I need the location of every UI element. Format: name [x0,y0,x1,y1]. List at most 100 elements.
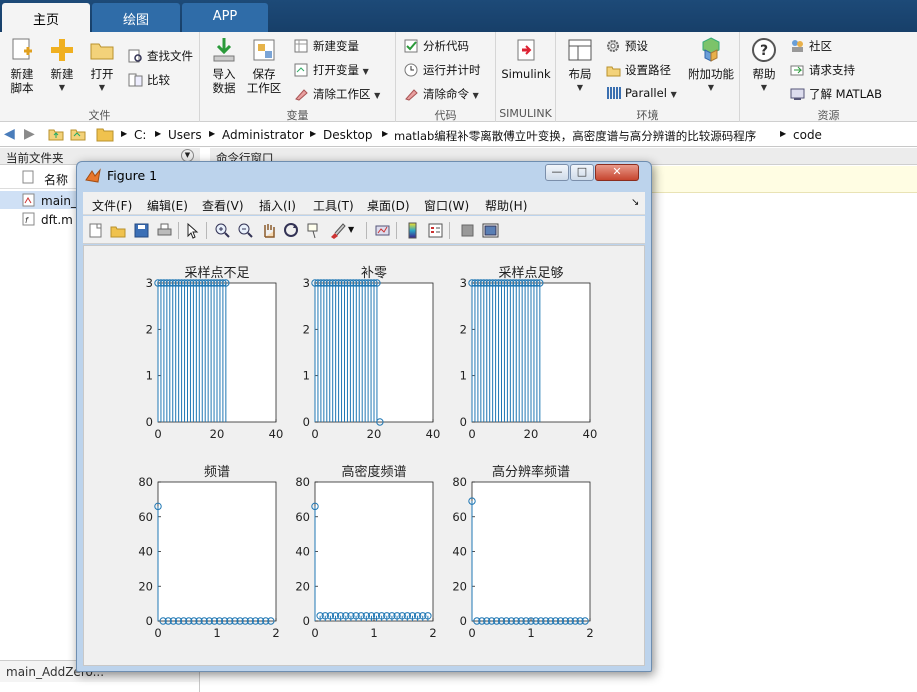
y-tick-label: 20 [452,579,467,593]
print-icon[interactable] [156,222,173,239]
resources-group-label: 资源 [817,109,840,122]
brush-caret-icon[interactable]: ▼ [348,225,365,242]
legend-icon[interactable] [427,222,444,239]
open-button[interactable]: 打开 ▼ [82,36,122,95]
menu-edit[interactable]: 编辑(E) [147,197,188,214]
save-workspace-button[interactable]: 保存 工作区 [244,36,284,95]
open-icon[interactable] [110,222,127,239]
new-variable-button[interactable]: 新建变量 [294,38,359,58]
back-arrow-icon[interactable]: ◀ [4,126,15,142]
minimize-button[interactable]: — [545,164,569,181]
set-path-icon [606,63,621,77]
import-data-button[interactable]: 导入 数据 [204,36,244,95]
compare-button[interactable]: 比较 [128,72,170,92]
menu-file[interactable]: 文件(F) [92,197,132,214]
toolbar-separator [449,222,450,239]
subplot-grid: 采样点不足0 20 400123补零0 20 400123采样点足够0 20 400123频… [138,266,597,640]
compare-icon [128,73,143,87]
simulink-group: Simulink SIMULINK [496,32,556,122]
show-plot-tools-icon[interactable] [482,222,499,239]
help-button[interactable]: ? 帮助 ▼ [744,36,784,95]
dock-arrow-icon[interactable]: ↘ [631,197,639,208]
request-support-button[interactable]: 请求支持 [790,62,855,82]
menu-view[interactable]: 查看(V) [202,197,244,214]
link-icon[interactable] [374,222,391,239]
new-script-button[interactable]: 新建 脚本 [2,36,42,95]
parallel-button[interactable]: Parallel ▼ [606,86,677,106]
y-tick-label: 40 [295,545,310,559]
community-icon [790,39,805,53]
menu-window[interactable]: 窗口(W) [424,197,469,214]
set-path-button[interactable]: 设置路径 [606,62,671,82]
crumb-project-folder[interactable]: matlab编程补零离散傅立叶变换，高密度谱与高分辨谱的比较源码程序 [394,128,756,144]
colorbar-icon[interactable] [404,222,421,239]
clear-workspace-label: 清除工作区 [313,87,371,101]
menu-desktop[interactable]: 桌面(D) [367,197,410,214]
run-and-time-button[interactable]: 运行并计时 [404,62,481,82]
open-variable-button[interactable]: 打开变量 ▼ [294,62,369,82]
x-tick-label: 20 [210,427,225,441]
axes-title: 高密度频谱 [341,464,406,480]
clear-commands-caret-icon: ▼ [472,91,479,100]
learn-matlab-icon [790,87,805,101]
parallel-icon [606,86,621,100]
addons-button[interactable]: 附加功能 ▼ [686,36,736,95]
rotate-icon[interactable] [283,222,300,239]
variable-group: 导入 数据 保存 工作区 新建变量 打开变量 ▼ 清除工作区 ▼ 变量 [200,32,396,122]
tab-apps[interactable]: APP [182,3,268,32]
clear-workspace-button[interactable]: 清除工作区 ▼ [294,86,380,106]
preferences-button[interactable]: 预设 [606,38,648,58]
brush-icon[interactable] [329,222,346,239]
axes-box [314,481,434,622]
crumb-administrator[interactable]: Administrator [222,128,304,142]
clear-commands-button[interactable]: 清除命令 ▼ [404,86,479,106]
new-figure-icon[interactable] [87,222,104,239]
tab-home[interactable]: 主页 [2,3,90,32]
new-button[interactable]: 新建 ▼ [42,36,82,95]
figure-title: Figure 1 [107,168,158,183]
learn-matlab-button[interactable]: 了解 MATLAB [790,86,882,106]
toolbar-separator [206,222,207,239]
menu-tools[interactable]: 工具(T) [313,197,354,214]
pointer-icon[interactable] [184,222,201,239]
y-tick-label: 0 [460,614,467,628]
community-button[interactable]: 社区 [790,38,832,58]
y-tick-label: 3 [146,276,153,290]
menu-help[interactable]: 帮助(H) [485,197,527,214]
y-tick-label: 0 [146,415,153,429]
crumb-desktop[interactable]: Desktop [323,128,373,142]
axes-box [157,481,277,622]
new-variable-label: 新建变量 [313,39,359,53]
y-tick-label: 1 [146,369,153,383]
name-column-header[interactable]: 名称 [44,171,68,188]
toolstrip-tabs: 主页 绘图 APP [0,0,917,32]
hide-plot-tools-icon[interactable] [459,222,476,239]
parallel-label: Parallel [625,86,667,100]
simulink-button[interactable]: Simulink [498,36,554,81]
tab-plots[interactable]: 绘图 [92,3,180,32]
figure-canvas[interactable]: 采样点不足 0 20 40 0 1 2 3 补零 0 20 40 0 1 2 3 采样点足够 0 20 40 0 1 2 3 频… [83,245,645,666]
crumb-code[interactable]: code [793,128,822,142]
find-files-icon [128,49,143,63]
up-folder-icon[interactable] [48,127,64,144]
crumb-users[interactable]: Users [168,128,202,142]
new-label: 新建 [50,67,74,81]
zoom-in-icon[interactable] [214,222,231,239]
pan-icon[interactable] [260,222,277,239]
maximize-button[interactable]: □ [570,164,594,181]
crumb-drive[interactable]: C: [134,128,146,142]
layout-button[interactable]: 布局 ▼ [560,36,600,95]
compare-label: 比较 [147,73,170,87]
save-icon[interactable] [133,222,150,239]
data-cursor-icon[interactable] [306,222,323,239]
code-group: 分析代码 运行并计时 清除命令 ▼ 代码 [396,32,496,122]
analyze-code-button[interactable]: 分析代码 [404,38,469,58]
help-icon: ? [750,36,778,64]
zoom-out-icon[interactable] [237,222,254,239]
find-files-button[interactable]: 查找文件 [128,48,193,68]
save-workspace-icon [250,36,278,64]
menu-insert[interactable]: 插入(I) [259,197,296,214]
forward-arrow-icon[interactable]: ▶ [24,126,35,142]
browse-folder-icon[interactable] [70,127,86,144]
close-button[interactable]: ✕ [595,164,639,181]
